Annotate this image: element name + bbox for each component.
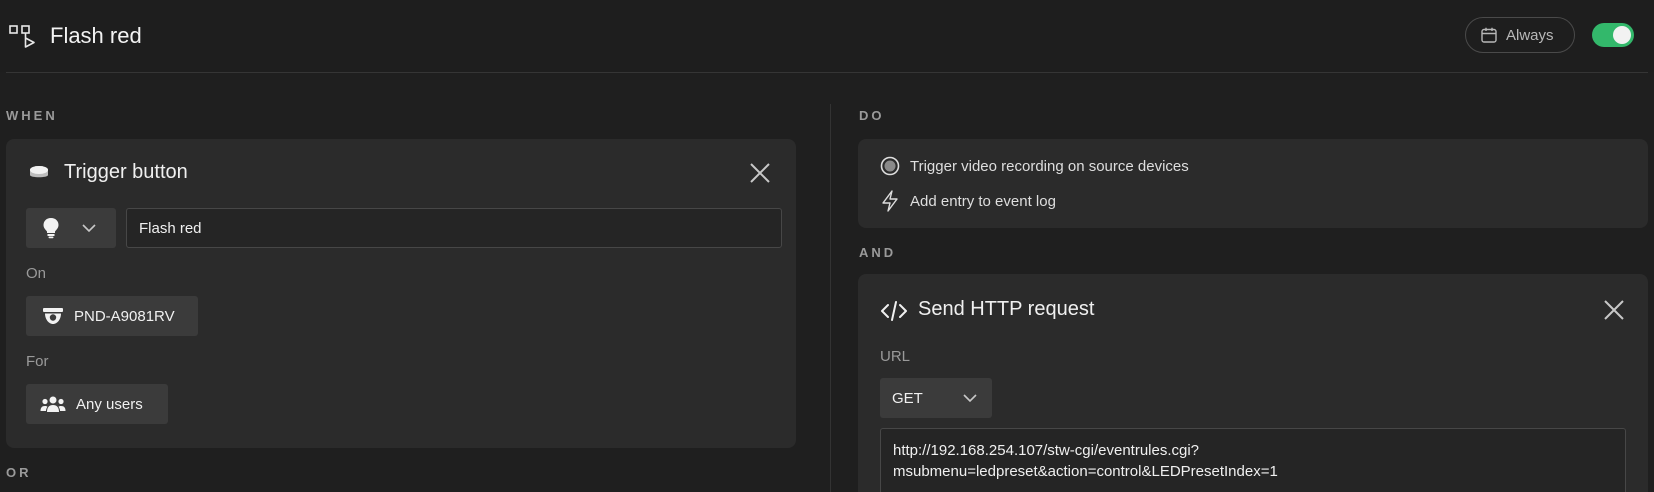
url-label: URL xyxy=(880,348,911,365)
users-select-button[interactable]: Any users xyxy=(26,384,168,424)
close-icon[interactable] xyxy=(748,161,772,185)
code-icon xyxy=(881,301,907,321)
chevron-down-icon xyxy=(82,224,96,233)
url-line-1: http://192.168.254.107/stw-cgi/eventrule… xyxy=(893,441,1200,459)
and-section-label: AND xyxy=(859,245,897,260)
trigger-card: Trigger button Flash red On PND-A9081RV … xyxy=(6,139,796,448)
dome-camera-icon xyxy=(43,308,63,324)
do-section-label: DO xyxy=(859,108,885,123)
chevron-down-icon xyxy=(963,394,977,403)
lightning-icon xyxy=(882,190,898,212)
rule-header xyxy=(0,0,1654,72)
http-method-dropdown[interactable]: GET xyxy=(880,378,992,418)
device-select-button[interactable]: PND-A9081RV xyxy=(26,296,198,336)
http-card-title: Send HTTP request xyxy=(918,298,1095,320)
device-name: PND-A9081RV xyxy=(74,307,175,325)
icon-select-dropdown[interactable] xyxy=(26,208,116,248)
header-divider xyxy=(6,72,1648,73)
toggle-knob xyxy=(1613,26,1631,44)
do-item-record[interactable]: Trigger video recording on source device… xyxy=(880,156,1189,176)
when-section-label: WHEN xyxy=(6,108,58,123)
url-input[interactable]: http://192.168.254.107/stw-cgi/eventrule… xyxy=(880,428,1626,492)
url-line-2: msubmenu=ledpreset&action=control&LEDPre… xyxy=(893,462,1278,480)
do-item-label: Trigger video recording on source device… xyxy=(910,157,1189,175)
column-divider xyxy=(830,104,831,492)
record-icon xyxy=(880,156,900,176)
close-icon[interactable] xyxy=(1602,298,1626,322)
trigger-card-title: Trigger button xyxy=(64,161,188,183)
calendar-icon xyxy=(1481,27,1497,43)
users-group-icon xyxy=(40,396,66,412)
on-label: On xyxy=(26,265,47,282)
http-request-card: Send HTTP request URL GET http://192.168… xyxy=(858,274,1648,492)
http-method-value: GET xyxy=(892,389,923,407)
rule-enabled-toggle[interactable] xyxy=(1592,23,1634,47)
for-label: For xyxy=(26,353,49,370)
rule-flow-icon xyxy=(9,25,35,48)
do-item-label: Add entry to event log xyxy=(910,192,1056,210)
trigger-button-icon xyxy=(30,166,48,178)
lightbulb-icon xyxy=(43,218,59,239)
schedule-label: Always xyxy=(1506,26,1554,44)
do-actions-card: Trigger video recording on source device… xyxy=(858,139,1648,228)
do-item-event-log[interactable]: Add entry to event log xyxy=(880,190,1056,212)
users-label: Any users xyxy=(76,395,143,413)
trigger-name-input[interactable]: Flash red xyxy=(126,208,782,248)
or-section-label: OR xyxy=(6,465,32,480)
rule-title[interactable]: Flash red xyxy=(50,20,142,52)
schedule-button[interactable]: Always xyxy=(1465,17,1575,53)
